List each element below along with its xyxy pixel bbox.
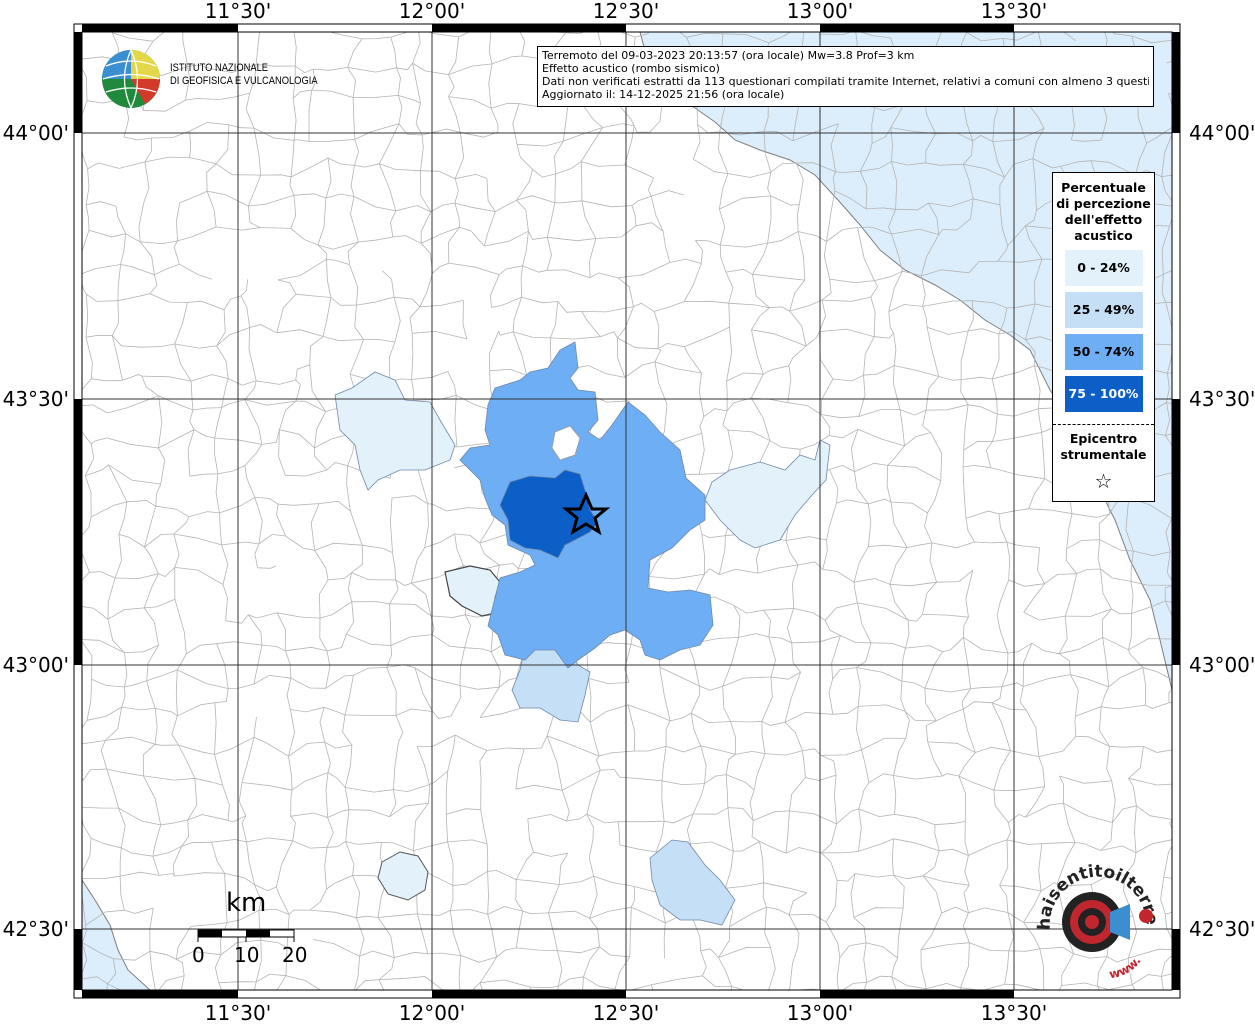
- lat-label-right: 42°30': [1189, 917, 1255, 941]
- lon-label-top: 12°00': [399, 0, 465, 23]
- legend-separator: [1053, 424, 1154, 425]
- lat-labels-right: 44°00' 43°30' 43°00' 42°30': [1189, 121, 1255, 941]
- lon-label-bottom: 13°30': [981, 1001, 1047, 1024]
- lat-labels-left: 44°00' 43°30' 43°00' 42°30': [3, 121, 69, 941]
- legend-epicenter-label: Epicentro strumentale: [1053, 431, 1154, 463]
- event-info-box: Terremoto del 09-03-2023 20:13:57 (ora l…: [537, 46, 1154, 107]
- scale-label: 10: [234, 943, 260, 967]
- legend-title: Percentuale di percezione dell'effetto a…: [1053, 180, 1154, 244]
- effect-line: Effetto acustico (rombo sismico): [542, 62, 720, 75]
- legend-star-icon: ☆: [1094, 469, 1113, 493]
- lat-label-right: 44°00': [1189, 121, 1255, 145]
- lon-label-top: 11°30': [205, 0, 271, 23]
- lat-label-left: 44°00': [3, 121, 69, 145]
- legend-item: 0 - 24%: [1064, 250, 1143, 286]
- question-icon: [1139, 909, 1153, 923]
- lat-label-right: 43°00': [1189, 653, 1255, 677]
- lon-label-bottom: 12°00': [399, 1001, 465, 1024]
- lat-label-left: 43°30': [3, 387, 69, 411]
- lon-label-bottom: 11°30': [205, 1001, 271, 1024]
- hsit-url-prefix: www.: [1108, 954, 1144, 982]
- lat-label-left: 42°30': [3, 917, 69, 941]
- legend-title-line: Percentuale: [1061, 180, 1146, 195]
- svg-text:www.: www.: [1108, 954, 1144, 982]
- legend-title-line: di percezione: [1056, 196, 1151, 211]
- legend: Percentuale di percezione dell'effetto a…: [1052, 172, 1155, 502]
- data-note-line: Dati non verificati estratti da 113 ques…: [542, 75, 1149, 88]
- globe-icon: [102, 49, 160, 109]
- ingv-name-line1: ISTITUTO NAZIONALE: [170, 62, 269, 74]
- lon-label-top: 13°00': [787, 0, 853, 23]
- legend-item: 50 - 74%: [1064, 334, 1143, 370]
- lat-label-right: 43°30': [1189, 387, 1255, 411]
- hsit-logo: haisentitoilterremoto.it www.: [1021, 845, 1170, 990]
- lon-labels-bottom: 11°30' 12°00' 12°30' 13°00' 13°30': [205, 1001, 1047, 1024]
- lat-label-left: 43°00': [3, 653, 69, 677]
- event-line: Terremoto del 09-03-2023 20:13:57 (ora l…: [542, 49, 915, 62]
- scale-title: km: [226, 888, 267, 918]
- legend-title-line: dell'effetto: [1064, 212, 1143, 227]
- updated-line: Aggiornato il: 14-12-2025 21:56 (ora loc…: [542, 88, 785, 101]
- legend-epicenter-line: strumentale: [1060, 447, 1147, 462]
- lon-label-top: 12°30': [593, 0, 659, 23]
- lon-label-bottom: 12°30': [593, 1001, 659, 1024]
- scale-label: 0: [192, 943, 205, 967]
- legend-epicenter-line: Epicentro: [1069, 431, 1138, 446]
- ingv-name-line2: DI GEOFISICA E VULCANOLOGIA: [170, 75, 318, 87]
- scale-label: 20: [282, 943, 308, 967]
- legend-title-line: acustico: [1074, 228, 1133, 243]
- legend-item: 75 - 100%: [1064, 376, 1143, 412]
- ingv-name: ISTITUTO NAZIONALE DI GEOFISICA E VULCAN…: [170, 62, 318, 88]
- lon-labels-top: 11°30' 12°00' 12°30' 13°00' 13°30': [205, 0, 1047, 23]
- legend-item: 25 - 49%: [1064, 292, 1143, 328]
- lon-label-top: 13°30': [981, 0, 1047, 23]
- ingv-logo: ISTITUTO NAZIONALE DI GEOFISICA E VULCAN…: [100, 48, 320, 110]
- lon-label-bottom: 13°00': [787, 1001, 853, 1024]
